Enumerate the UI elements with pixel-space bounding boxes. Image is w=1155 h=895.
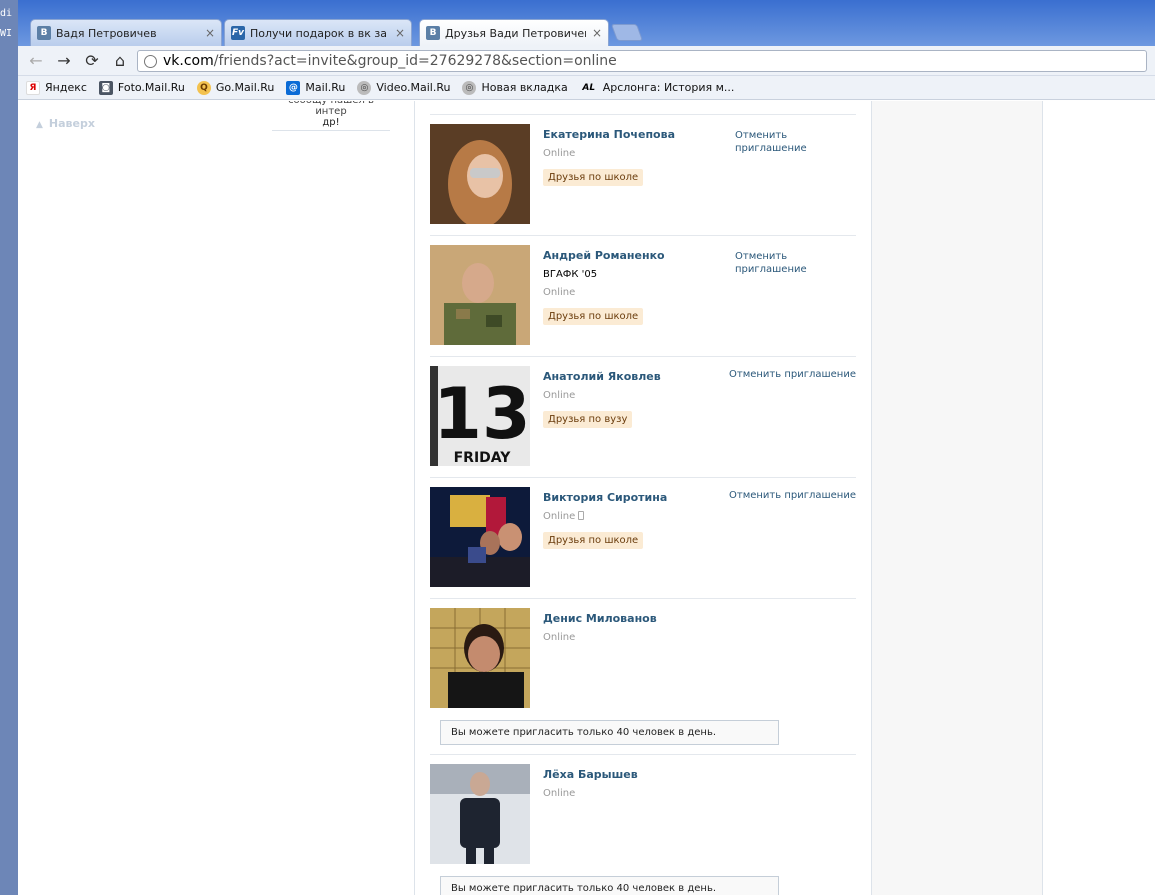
cancel-invite-link[interactable]: Отменить приглашение — [729, 368, 859, 381]
tab-gift[interactable]: Fv Получи подарок в вк за приг × — [224, 19, 412, 46]
bookmark-go-mail[interactable]: Q Go.Mail.Ru — [196, 80, 275, 95]
desktop-fragment: di — [0, 8, 13, 19]
address-bar[interactable]: vk.com/friends?act=invite&group_id=27629… — [137, 50, 1147, 72]
camera-icon: ◙ — [98, 80, 113, 95]
friend-photo[interactable] — [430, 124, 530, 224]
friend-tag: Друзья по школе — [543, 169, 644, 186]
bookmark-video-mail[interactable]: ◎ Video.Mail.Ru — [357, 80, 451, 95]
invite-limit-notice: Вы можете пригласить только 40 человек в… — [440, 720, 779, 745]
friend-tag: Друзья по школе — [543, 532, 644, 549]
url-host: vk.com — [163, 53, 214, 69]
friend-university: ВГАФК '05 — [543, 269, 598, 280]
reload-icon[interactable]: ⟳ — [82, 52, 102, 70]
cancel-invite-link[interactable]: Отменить приглашение — [735, 250, 825, 276]
search-icon: Q — [196, 80, 211, 95]
friend-row: 13 FRIDAY Анатолий Яковлев Online Друзья … — [430, 356, 856, 477]
url-path: /friends?act=invite&group_id=27629278&se… — [213, 53, 617, 69]
tab-strip: В Вадя Петровичев × Fv Получи подарок в … — [18, 0, 1155, 46]
back-to-top-link[interactable]: ▲ Наверх — [36, 117, 95, 130]
bookmark-label: Foto.Mail.Ru — [117, 81, 185, 94]
fv-icon: Fv — [231, 26, 245, 40]
bookmark-label: Арслонга: История м... — [602, 81, 735, 94]
bookmark-arslonga[interactable]: AL Арслонга: История м... — [580, 81, 735, 95]
right-column — [872, 101, 1043, 895]
friend-row: Екатерина Почепова Online Друзья по школ… — [430, 114, 856, 235]
cancel-invite-link[interactable]: Отменить приглашение — [729, 489, 859, 502]
bookmark-label: Go.Mail.Ru — [215, 81, 275, 94]
bookmark-mail[interactable]: @ Mail.Ru — [286, 80, 346, 95]
online-status: Online — [543, 632, 576, 643]
yandex-icon: Я — [26, 80, 40, 95]
up-link-label: Наверх — [48, 117, 95, 130]
sidebar-snippet: сообщу нашел в интер др! — [272, 101, 390, 131]
friends-list: Екатерина Почепова Online Друзья по школ… — [414, 101, 872, 895]
friend-name[interactable]: Анатолий Яковлев — [543, 370, 661, 383]
globe-icon — [144, 54, 157, 68]
friend-row: Андрей Романенко ВГАФК '05 Online Друзья… — [430, 235, 856, 356]
bookmark-label: Video.Mail.Ru — [376, 81, 451, 94]
cancel-invite-link[interactable]: Отменить приглашение — [735, 129, 825, 155]
bookmarks-bar: Я Яндекс ◙ Foto.Mail.Ru Q Go.Mail.Ru @ Mail.… — [18, 76, 1155, 100]
close-icon[interactable]: × — [592, 26, 602, 40]
far-right-column — [1043, 101, 1155, 895]
friend-name[interactable]: Виктория Сиротина — [543, 491, 667, 504]
bookmark-label: Новая вкладка — [481, 81, 568, 94]
friend-name[interactable]: Денис Милованов — [543, 612, 657, 625]
friend-row: Денис Милованов Online Вы можете приглас… — [430, 598, 856, 754]
online-status: Online — [543, 788, 576, 799]
bookmark-label: Яндекс — [45, 81, 87, 94]
arrow-up-icon: ▲ — [36, 120, 43, 130]
online-status: Online — [543, 287, 576, 298]
desktop-left-strip: WI di — [0, 0, 18, 895]
friend-row: Виктория Сиротина Online Друзья по школе… — [430, 477, 856, 598]
page-content: ▲ Наверх сообщу нашел в интер др! Екатери… — [18, 101, 1155, 895]
new-tab-button[interactable] — [610, 24, 644, 41]
tab-friends[interactable]: В Друзья Вади Петровичева | × — [419, 19, 609, 46]
close-icon[interactable]: × — [395, 26, 405, 40]
bookmark-label: Mail.Ru — [305, 81, 346, 94]
friend-photo[interactable] — [430, 487, 530, 587]
mail-icon: @ — [286, 80, 301, 95]
snippet-cut-text: сообщу нашел в интер — [288, 101, 374, 117]
vk-icon: В — [426, 26, 440, 40]
friend-name[interactable]: Екатерина Почепова — [543, 128, 675, 141]
vk-icon: В — [37, 26, 51, 40]
friend-photo[interactable] — [430, 764, 530, 864]
online-status: Online — [543, 511, 585, 522]
tab-title: Друзья Вади Петровичева | — [445, 26, 586, 40]
photo-caption: FRIDAY — [454, 450, 512, 466]
globe-icon: ◎ — [357, 80, 372, 95]
friend-photo[interactable]: 13 FRIDAY — [430, 366, 530, 466]
back-icon[interactable]: ← — [26, 52, 46, 70]
friend-row: Лёха Барышев Online Вы можете пригласить… — [430, 754, 856, 895]
desktop-fragment: WI — [0, 28, 13, 39]
tab-title: Получи подарок в вк за приг — [250, 26, 389, 40]
bookmark-yandex[interactable]: Я Яндекс — [26, 80, 87, 95]
forward-icon[interactable]: → — [54, 52, 74, 70]
friend-photo[interactable] — [430, 245, 530, 345]
bookmark-new-tab[interactable]: ◎ Новая вкладка — [462, 80, 568, 95]
friend-tag: Друзья по школе — [543, 308, 644, 325]
mobile-icon — [578, 511, 585, 520]
bookmark-foto-mail[interactable]: ◙ Foto.Mail.Ru — [98, 80, 185, 95]
tab-title: Вадя Петровичев — [56, 26, 157, 40]
online-status: Online — [543, 148, 576, 159]
home-icon[interactable]: ⌂ — [110, 52, 130, 70]
friend-photo[interactable] — [430, 608, 530, 708]
snippet-end-text: др! — [322, 117, 340, 128]
navigation-toolbar: ← → ⟳ ⌂ vk.com/friends?act=invite&group_… — [18, 46, 1155, 76]
browser-window: В Вадя Петровичев × Fv Получи подарок в … — [18, 0, 1155, 895]
al-icon: AL — [582, 82, 596, 93]
friend-name[interactable]: Лёха Барышев — [543, 768, 638, 781]
globe-icon: ◎ — [462, 80, 477, 95]
close-icon[interactable]: × — [205, 26, 215, 40]
friend-name[interactable]: Андрей Романенко — [543, 249, 665, 262]
online-label: Online — [543, 511, 576, 522]
invite-limit-notice: Вы можете пригласить только 40 человек в… — [440, 876, 779, 895]
online-status: Online — [543, 390, 576, 401]
tab-vadya[interactable]: В Вадя Петровичев × — [30, 19, 222, 46]
photo-number: 13 — [433, 373, 530, 455]
friend-tag: Друзья по вузу — [543, 411, 633, 428]
